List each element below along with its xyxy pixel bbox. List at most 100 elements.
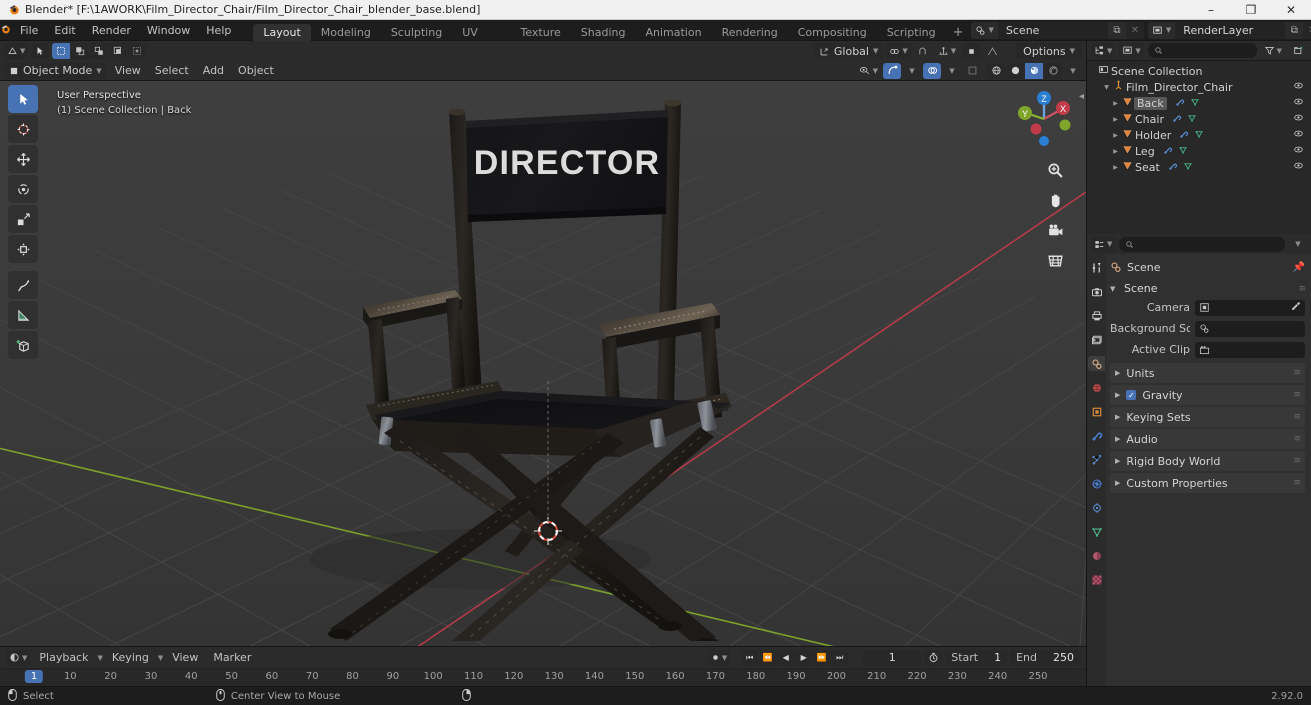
gizmo-dropdown[interactable]: ▼ xyxy=(903,63,921,79)
transform-tool[interactable] xyxy=(8,235,38,263)
tab-data[interactable] xyxy=(1088,524,1105,539)
viewlayer-icon[interactable]: ▼ xyxy=(1147,21,1176,39)
workspace-tab-modeling[interactable]: Modeling xyxy=(311,24,381,41)
maximize-button[interactable]: ❐ xyxy=(1231,0,1271,20)
use-preview-range-icon[interactable] xyxy=(924,649,943,666)
workspace-tab-texture-paint[interactable]: Texture Paint xyxy=(511,24,571,56)
timeline-menu-playback[interactable]: Playback xyxy=(33,650,94,666)
outliner-item-film-director-chair[interactable]: ▼ Film_Director_Chair xyxy=(1087,79,1311,95)
prev-keyframe-button[interactable]: ⏪ xyxy=(759,649,777,666)
shading-dropdown[interactable]: ▼ xyxy=(1064,63,1082,79)
visibility-eye-icon[interactable] xyxy=(1291,96,1305,110)
close-button[interactable]: ✕ xyxy=(1271,0,1311,20)
outliner-scene-collection-row[interactable]: Scene Collection xyxy=(1087,63,1311,79)
outliner-filter-icon[interactable]: ▼ xyxy=(1261,43,1285,59)
xray-toggle-button[interactable] xyxy=(963,63,981,79)
frame-end-field[interactable]: End 250 xyxy=(1010,649,1080,666)
timeline-editor-type-icon[interactable]: ▼ xyxy=(6,649,31,666)
outliner-tree[interactable]: Scene Collection ▼ Film_Director_Chair ▶ Bac… xyxy=(1087,61,1311,234)
viewlayer-remove-button[interactable]: ✕ xyxy=(1303,21,1311,39)
tab-modifier[interactable] xyxy=(1088,428,1105,443)
mesh-data-icon[interactable] xyxy=(1187,113,1197,126)
viewport-3d-canvas[interactable]: DIRECTOR User Perspective (1) Scene Coll… xyxy=(0,81,1086,646)
outliner-item-holder[interactable]: ▶ Holder xyxy=(1087,127,1311,143)
workspace-tab-shading[interactable]: Shading xyxy=(571,24,636,41)
frame-start-field[interactable]: Start 1 xyxy=(945,649,1008,666)
play-button[interactable]: ▶ xyxy=(795,649,813,666)
scene-panel-header[interactable]: ▼ Scene ≡ xyxy=(1110,279,1306,298)
outliner-editor-type-icon[interactable]: ▼ xyxy=(1091,42,1116,59)
select-invert-button[interactable] xyxy=(109,43,128,59)
tab-texture[interactable] xyxy=(1088,572,1105,587)
workspace-tab-sculpting[interactable]: Sculpting xyxy=(381,24,452,41)
expand-triangle-icon[interactable]: ▶ xyxy=(1111,164,1120,171)
scene-icon[interactable]: ▼ xyxy=(970,21,998,39)
timeline-menu-keying[interactable]: Keying xyxy=(106,650,155,666)
modifier-icon[interactable] xyxy=(1168,161,1178,174)
active-clip-field[interactable] xyxy=(1195,341,1305,358)
viewlayer-selector[interactable]: ▼ RenderLayer ⧉ ✕ xyxy=(1147,21,1311,39)
background-scene-field[interactable] xyxy=(1195,320,1305,337)
zoom-icon[interactable] xyxy=(1044,159,1066,181)
tab-constraints[interactable] xyxy=(1088,500,1105,515)
scene-new-button[interactable]: ⧉ xyxy=(1107,21,1126,39)
rotate-tool[interactable] xyxy=(8,175,38,203)
select-box-button[interactable] xyxy=(52,43,71,59)
expand-triangle-icon[interactable]: ▶ xyxy=(1111,148,1120,155)
sidebar-collapse-icon[interactable]: ◂ xyxy=(1079,91,1084,102)
menu-file[interactable]: File xyxy=(12,22,46,39)
timeline-playhead[interactable]: 1 xyxy=(24,670,44,683)
scale-tool[interactable] xyxy=(8,205,38,233)
magnet-icon[interactable] xyxy=(914,43,932,59)
outliner-display-mode-icon[interactable]: ▼ xyxy=(1119,42,1144,59)
viewlayer-new-button[interactable]: ⧉ xyxy=(1285,21,1304,39)
visibility-eye-icon[interactable] xyxy=(1291,160,1305,174)
properties-options-chevron-down-icon[interactable]: ▼ xyxy=(1289,236,1307,252)
workspace-tab-animation[interactable]: Animation xyxy=(635,24,711,41)
timeline-menu-view[interactable]: View xyxy=(166,650,204,666)
mesh-data-icon[interactable] xyxy=(1194,129,1204,142)
current-frame-field[interactable]: 1 xyxy=(863,649,922,666)
overlays-toggle-button[interactable] xyxy=(923,62,941,79)
tab-output[interactable] xyxy=(1088,308,1105,323)
select-intersect-button[interactable] xyxy=(128,43,147,59)
workspace-tab-compositing[interactable]: Compositing xyxy=(788,24,877,41)
tab-tool[interactable] xyxy=(1088,260,1105,275)
shading-material-preview-button[interactable] xyxy=(1025,62,1043,79)
overlays-dropdown[interactable]: ▼ xyxy=(943,63,961,79)
tweak-select-tool[interactable] xyxy=(8,85,38,113)
mesh-data-icon[interactable] xyxy=(1190,97,1200,110)
annotate-tool[interactable] xyxy=(8,271,38,299)
workspace-tab-rendering[interactable]: Rendering xyxy=(712,24,788,41)
outliner-item-back[interactable]: ▶ Back xyxy=(1087,95,1311,111)
properties-editor-type-icon[interactable]: ▼ xyxy=(1091,236,1116,252)
navigation-gizmo[interactable]: Z X Y xyxy=(1012,87,1076,151)
panel-rigid-body-world[interactable]: ▶ Rigid Body World ≡ xyxy=(1110,451,1305,471)
visibility-eye-icon[interactable] xyxy=(1291,144,1305,158)
panel-gravity[interactable]: ▶ ✓ Gravity ≡ xyxy=(1110,385,1305,405)
viewport-menu-add[interactable]: Add xyxy=(197,63,230,79)
viewport-menu-view[interactable]: View xyxy=(109,63,147,79)
move-tool[interactable] xyxy=(8,145,38,173)
add-workspace-button[interactable]: + xyxy=(946,24,971,41)
tab-view-layer[interactable] xyxy=(1088,332,1105,347)
object-mode-selector[interactable]: Object Mode ▼ xyxy=(4,62,107,79)
expand-triangle-icon[interactable]: ▼ xyxy=(1102,84,1111,91)
visibility-eye-icon[interactable] xyxy=(1291,128,1305,142)
menu-help[interactable]: Help xyxy=(198,22,239,39)
camera-field[interactable] xyxy=(1195,299,1305,316)
grid-icon[interactable] xyxy=(1044,249,1066,271)
camera-eyedropper-icon[interactable] xyxy=(1290,301,1301,315)
next-keyframe-button[interactable]: ⏩ xyxy=(813,649,831,666)
outliner-item-seat[interactable]: ▶ Seat xyxy=(1087,159,1311,175)
panel-units[interactable]: ▶ Units ≡ xyxy=(1110,363,1305,383)
viewport-options-button[interactable]: Options ▼ xyxy=(1016,43,1082,59)
viewport-menu-object[interactable]: Object xyxy=(232,63,280,79)
tab-world[interactable] xyxy=(1088,380,1105,395)
properties-search-input[interactable] xyxy=(1119,236,1285,252)
tab-physics[interactable] xyxy=(1088,476,1105,491)
camera-icon[interactable] xyxy=(1044,219,1066,241)
tweak-mode-button[interactable] xyxy=(31,43,50,59)
tab-particles[interactable] xyxy=(1088,452,1105,467)
transform-orientation-selector[interactable]: Global ▼ xyxy=(813,43,884,59)
